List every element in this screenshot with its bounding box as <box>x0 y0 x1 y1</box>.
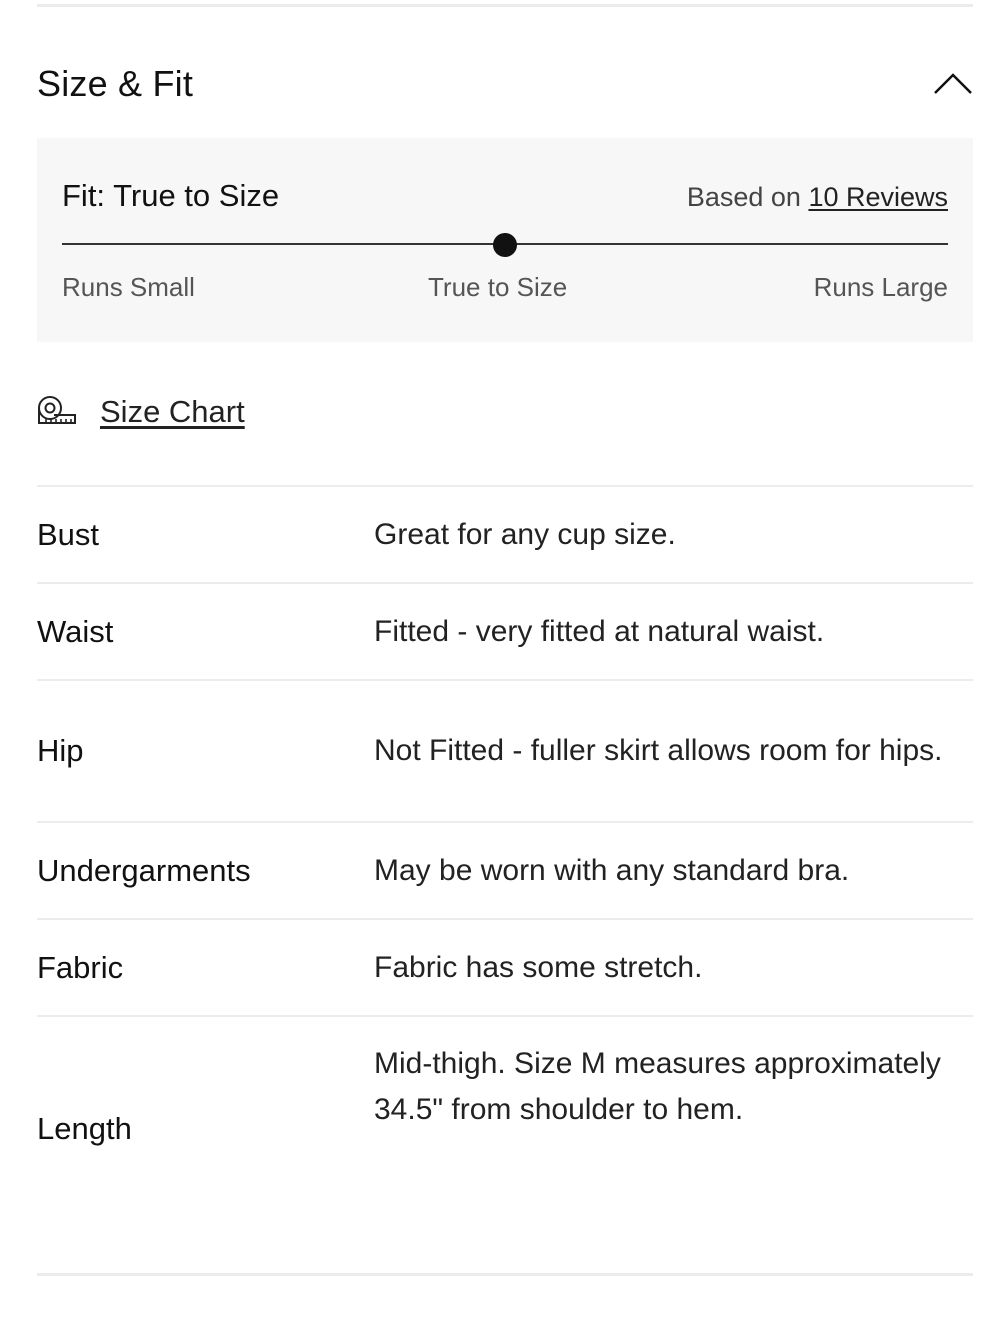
fit-scale-indicator <box>493 233 517 257</box>
section-title: Size & Fit <box>37 63 194 104</box>
fit-row-label: Hip <box>37 733 84 768</box>
fit-summary-panel: Fit: True to Size Based on 10 Reviews Ru… <box>37 138 973 342</box>
fit-row-value: May be worn with any standard bra. <box>374 853 850 887</box>
reviews-link[interactable]: 10 Reviews <box>808 182 948 212</box>
bottom-divider <box>37 1273 973 1276</box>
scale-label-true-to-size: True to Size <box>428 272 568 302</box>
size-fit-accordion-header[interactable]: Size & Fit <box>37 56 973 112</box>
fit-row-label: Waist <box>37 613 114 649</box>
fit-row-label: Length <box>37 1111 132 1146</box>
top-divider <box>37 4 973 7</box>
fit-row-length: Length Mid-thigh. Size M measures approx… <box>37 1015 973 1205</box>
fit-row-bust: Bust Great for any cup size. <box>37 485 973 582</box>
fit-row-value: Fabric has some stretch. <box>374 950 703 984</box>
fit-row-label: Bust <box>37 516 100 552</box>
fit-row-undergarments: Undergarments May be worn with any stand… <box>37 821 973 918</box>
size-chart-link[interactable]: Size Chart <box>37 388 245 436</box>
reviews-summary: Based on 10 Reviews <box>687 182 948 213</box>
fit-details-table: Bust Great for any cup size. Waist Fitte… <box>37 485 973 1205</box>
fit-row-label: Fabric <box>37 949 124 985</box>
fit-row-value: Mid-thigh. Size M measures approximately… <box>374 1047 941 1126</box>
scale-label-runs-large: Runs Large <box>813 272 948 302</box>
size-chart-label: Size Chart <box>100 394 245 429</box>
chevron-up-icon[interactable] <box>933 64 973 104</box>
fit-row-label: Undergarments <box>37 852 251 888</box>
fit-row-waist: Waist Fitted - very fitted at natural wa… <box>37 582 973 679</box>
scale-label-runs-small: Runs Small <box>62 272 195 302</box>
fit-row-hip: Hip Not Fitted - fuller skirt allows roo… <box>37 679 973 821</box>
fit-label: Fit: True to Size <box>62 178 280 213</box>
fit-row-value: Not Fitted - fuller skirt allows room fo… <box>374 734 943 767</box>
fit-row-value: Fitted - very fitted at natural waist. <box>374 614 825 648</box>
fit-row-fabric: Fabric Fabric has some stretch. <box>37 918 973 1015</box>
measuring-tape-icon <box>37 396 77 428</box>
fit-row-value: Great for any cup size. <box>374 517 676 551</box>
reviews-prefix: Based on <box>686 182 801 212</box>
